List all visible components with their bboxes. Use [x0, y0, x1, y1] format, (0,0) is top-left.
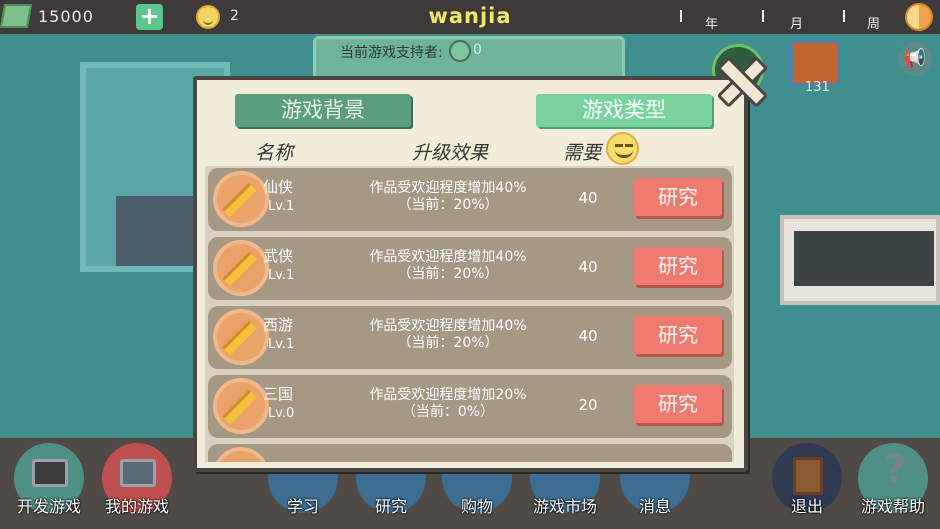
column-name-header: 名称: [255, 142, 294, 164]
gift-count: 131: [805, 80, 830, 95]
effect-text: 作品受欢迎程度增加20%: [369, 387, 527, 403]
supporter-count: 0: [473, 42, 482, 58]
upgrade-dialog: 游戏背景 游戏类型 名称 升级效果 需要 仙侠 Lv.1 作品受欢迎程度增加40…: [193, 76, 748, 472]
my-games-button[interactable]: 我的游戏: [100, 443, 174, 529]
item-name: 武侠: [263, 247, 294, 265]
research-button[interactable]: 研究: [634, 247, 722, 285]
news-label: 消息: [638, 497, 671, 516]
fan-count: 2: [230, 8, 239, 24]
game-help-label: 游戏帮助: [860, 497, 925, 516]
effect-text: 作品受欢迎程度增加40%: [369, 249, 527, 265]
develop-game-label: 开发游戏: [16, 497, 81, 516]
fan-icon: [606, 132, 639, 165]
research-button[interactable]: 研究: [634, 178, 722, 216]
smile-mouth: [615, 150, 633, 158]
item-level: Lv.1: [268, 337, 295, 352]
item-effect: 作品受欢迎程度增加40% （当前：20%）: [348, 180, 548, 214]
top-bar: 15000 + 2 wanjia 年 月 周: [0, 0, 940, 34]
year-label: 年: [705, 17, 719, 32]
item-cost: 40: [578, 258, 598, 276]
effect-text: 作品受欢迎程度增加40%: [369, 180, 527, 196]
pencil-icon: [213, 240, 269, 296]
item-effect: 作品受欢迎程度增加40% （当前：20%）: [348, 249, 548, 283]
research-button[interactable]: 研究: [634, 385, 722, 423]
develop-game-button[interactable]: 开发游戏: [12, 443, 86, 529]
study-label: 学习: [286, 497, 319, 516]
clock-icon[interactable]: [905, 3, 933, 31]
item-level: Lv.1: [268, 199, 295, 214]
list-item: [208, 444, 732, 462]
item-level: Lv.1: [268, 268, 295, 283]
upgrade-list[interactable]: 仙侠 Lv.1 作品受欢迎程度增加40% （当前：20%） 40 研究 武侠 L…: [205, 166, 734, 462]
supporter-icon: [449, 40, 471, 62]
pencil-icon: [213, 378, 269, 434]
close-icon[interactable]: [712, 52, 766, 106]
pencil-icon: [213, 171, 269, 227]
fan-icon: [196, 5, 220, 29]
city-silhouette: [116, 196, 196, 266]
pencil-icon: [213, 447, 269, 462]
my-games-label: 我的游戏: [104, 497, 169, 516]
game-help-button[interactable]: ? 游戏帮助: [856, 443, 930, 529]
item-cost: 20: [578, 396, 598, 414]
research-label: 研究: [374, 497, 407, 516]
item-name: 三国: [263, 385, 294, 403]
item-effect: 作品受欢迎程度增加20% （当前：0%）: [348, 387, 548, 421]
add-money-button[interactable]: +: [136, 4, 163, 30]
list-item: 三国 Lv.0 作品受欢迎程度增加20% （当前：0%） 20 研究: [208, 375, 732, 438]
desk: [780, 215, 940, 305]
pencil-icon: [213, 309, 269, 365]
cash-icon: [0, 4, 33, 28]
research-button[interactable]: 研究: [634, 316, 722, 354]
item-name: 仙侠: [263, 178, 294, 196]
supporter-label: 当前游戏支持者:: [340, 45, 443, 61]
effect-text: 作品受欢迎程度增加40%: [369, 318, 527, 334]
tab-game-background[interactable]: 游戏背景: [235, 94, 411, 127]
game-market-label: 游戏市场: [532, 497, 597, 516]
week-tick: [843, 10, 845, 22]
item-cost: 40: [578, 327, 598, 345]
megaphone-icon[interactable]: 📢: [898, 42, 932, 76]
item-level: Lv.0: [268, 406, 295, 421]
list-item: 仙侠 Lv.1 作品受欢迎程度增加40% （当前：20%） 40 研究: [208, 168, 732, 231]
pencil-body: [222, 320, 257, 356]
effect-current: （当前：20%）: [397, 266, 499, 282]
week-label: 周: [867, 17, 881, 32]
desk-screen: [794, 231, 934, 286]
item-name: 西游: [263, 316, 294, 334]
pencil-body: [222, 251, 257, 287]
shop-label: 购物: [460, 497, 493, 516]
month-label: 月: [790, 17, 804, 32]
pencil-body: [222, 182, 257, 218]
effect-current: （当前：20%）: [397, 335, 499, 351]
list-item: 武侠 Lv.1 作品受欢迎程度增加40% （当前：20%） 40 研究: [208, 237, 732, 300]
item-cost: 40: [578, 189, 598, 207]
year-tick: [680, 10, 682, 22]
exit-button[interactable]: 退出: [770, 443, 844, 529]
list-item: 西游 Lv.1 作品受欢迎程度增加40% （当前：20%） 40 研究: [208, 306, 732, 369]
question-icon: ?: [883, 447, 907, 491]
money-value: 15000: [38, 7, 94, 26]
exit-label: 退出: [790, 497, 823, 516]
tab-game-type[interactable]: 游戏类型: [536, 94, 712, 127]
effect-current: （当前：20%）: [397, 197, 499, 213]
effect-current: （当前：0%）: [401, 404, 495, 420]
company-title: wanjia: [428, 4, 512, 28]
column-effect-header: 升级效果: [412, 142, 489, 164]
pencil-body: [222, 389, 257, 425]
photos-icon: [120, 459, 156, 487]
door-icon: [793, 457, 823, 495]
column-need-header: 需要: [563, 142, 602, 164]
month-tick: [762, 10, 764, 22]
item-effect: 作品受欢迎程度增加40% （当前：20%）: [348, 318, 548, 352]
monitor-icon: [32, 459, 68, 487]
